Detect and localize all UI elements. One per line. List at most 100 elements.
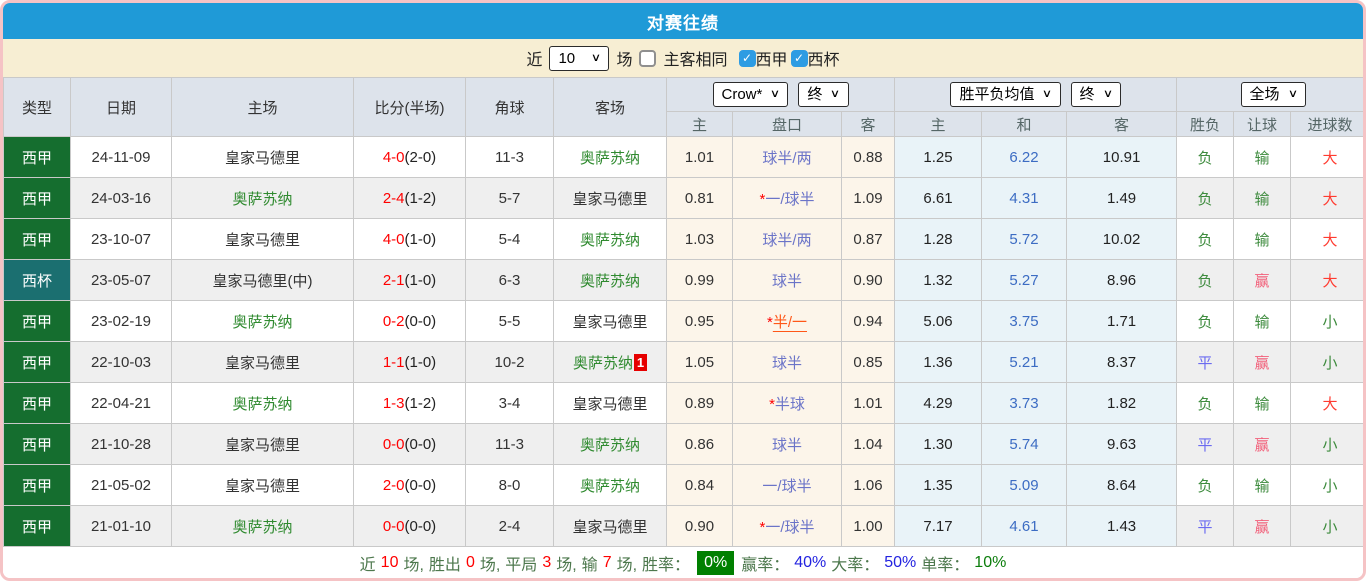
handicap-cell: 球半/两 [732,218,842,260]
match-date: 22-04-21 [70,382,172,424]
away-team-name: 皇家马德里 [572,518,648,536]
avg-stage-select[interactable]: 终 ∨ [1070,82,1121,107]
odds-home: 0.81 [666,177,733,219]
result-wdl: 平 [1176,505,1235,547]
halftime-score: (1-0) [404,353,437,371]
head-to-head-panel: 对赛往绩 近 10 ∨ 场 主客相同 西甲 西杯 类型 日期 [0,0,1366,581]
handicap-cell: 球半 [732,423,842,465]
match-type-cell: 西甲 [3,464,71,506]
odds-away: 1.01 [840,382,896,424]
avg-home-odds: 1.36 [894,341,983,383]
avg-select[interactable]: 胜平负均值 ∨ [950,82,1061,107]
league-cup-label[interactable]: 西杯 [808,46,840,70]
corner-score: 8-0 [465,464,554,506]
corner-score: 11-3 [465,136,554,178]
odds-provider-select[interactable]: Crow* ∨ [712,82,789,107]
result-wdl: 负 [1176,177,1235,219]
avg-select-value: 胜平负均值 [959,86,1035,103]
col-header-score: 比分(半场) [353,77,466,137]
avg-draw-odds: 5.21 [981,341,1068,383]
odds-away: 1.09 [840,177,896,219]
result-handicap: 输 [1233,464,1292,506]
odds-home: 0.90 [666,505,733,547]
match-date: 21-01-10 [70,505,172,547]
subcol-goals: 进球数 [1290,111,1363,137]
match-row: 西甲 24-03-16 奥萨苏纳 2-4(1-2) 5-7 皇家马德里 0.81… [3,177,1363,219]
handicap-cell: 球半 [732,341,842,383]
subcol-avg-away: 客 [1066,111,1178,137]
odds-home: 1.01 [666,136,733,178]
subcol-handicap: 盘口 [732,111,842,137]
result-wdl: 负 [1176,218,1235,260]
away-team-name: 奥萨苏纳 [579,231,640,249]
league-liga-checkbox[interactable] [738,49,756,67]
avg-stage-value: 终 [1079,86,1095,103]
handicap-value: 半球 [774,395,805,413]
handicap-rate-value: 40% [794,554,827,571]
result-handicap: 赢 [1233,423,1292,465]
win-rate-badge: 0% [697,551,735,575]
result-goals: 小 [1290,505,1363,547]
scope-select[interactable]: 全场 ∨ [1240,82,1306,107]
away-team-cell: 奥萨苏纳 [553,218,667,260]
home-team-cell: 皇家马德里 [171,341,354,383]
avg-home-odds: 1.32 [894,259,983,301]
odds-away: 1.00 [840,505,896,547]
home-team-cell: 奥萨苏纳 [171,382,354,424]
away-team-cell: 奥萨苏纳 [553,136,667,178]
match-rows: 西甲 24-11-09 皇家马德里 4-0(2-0) 11-3 奥萨苏纳 1.0… [3,136,1363,547]
summary-games-suffix: 场, [403,557,424,574]
scope-group-header: 全场 ∨ [1176,77,1363,112]
same-venue-label[interactable]: 主客相同 [663,46,727,70]
result-handicap: 输 [1233,218,1292,260]
match-type-cell: 西甲 [3,136,71,178]
home-team-name: 奥萨苏纳 [232,395,293,413]
halftime-score: (1-2) [404,394,437,412]
away-team-cell: 皇家马德里 [553,177,667,219]
score-cell: 2-0(0-0) [353,464,466,506]
avg-draw-odds: 3.75 [981,300,1068,342]
odds-stage-select[interactable]: 终 ∨ [798,82,849,107]
away-team-cell: 皇家马德里 [553,505,667,547]
summary-handicap-rate-label: 赢率： [741,557,790,574]
away-team-name: 奥萨苏纳 [579,436,640,454]
summary-recent-label: 近 [359,557,376,574]
avg-away-odds: 8.37 [1066,341,1178,383]
home-team-cell: 皇家马德里 [171,423,354,465]
score-cell: 2-4(1-2) [353,177,466,219]
away-team-name: 奥萨苏纳 [579,149,640,167]
home-team-name: 皇家马德里 [224,477,300,495]
odds-group-header: Crow* ∨ 终 ∨ [665,77,896,112]
match-date: 23-02-19 [70,300,172,342]
match-date: 24-03-16 [70,177,172,219]
summary-draws: 3 [542,554,552,571]
scope-select-value: 全场 [1249,86,1280,103]
odds-away: 1.04 [840,423,896,465]
games-count-select[interactable]: 10 ∨ [549,45,610,71]
league-cup-checkbox[interactable] [790,49,808,67]
odds-home: 0.95 [666,300,733,342]
handicap-value: 球半 [771,354,802,372]
odds-provider-value: Crow* [721,86,763,103]
away-team-cell: 皇家马德里 [553,300,667,342]
home-team-cell: 皇家马德里 [171,136,354,178]
odds-away: 0.87 [840,218,896,260]
home-team-name: 奥萨苏纳 [232,518,293,536]
fulltime-score: 4-0 [382,148,405,166]
avg-draw-odds: 3.73 [981,382,1068,424]
match-date: 22-10-03 [70,341,172,383]
halftime-score: (0-0) [404,435,437,453]
same-venue-checkbox[interactable] [639,49,657,67]
chevron-down-icon: ∨ [1287,88,1298,100]
match-row: 西甲 22-10-03 皇家马德里 1-1(1-0) 10-2 奥萨苏纳 1 1.… [3,341,1363,383]
odds-home: 1.05 [666,341,733,383]
single-rate-value: 10% [974,554,1007,571]
result-handicap: 赢 [1233,505,1292,547]
league-liga-label[interactable]: 西甲 [756,46,788,70]
result-goals: 大 [1290,382,1363,424]
avg-home-odds: 7.17 [894,505,983,547]
score-cell: 1-3(1-2) [353,382,466,424]
away-team-name: 皇家马德里 [572,395,648,413]
chevron-down-icon: ∨ [1042,88,1053,100]
match-type-cell: 西甲 [3,177,71,219]
